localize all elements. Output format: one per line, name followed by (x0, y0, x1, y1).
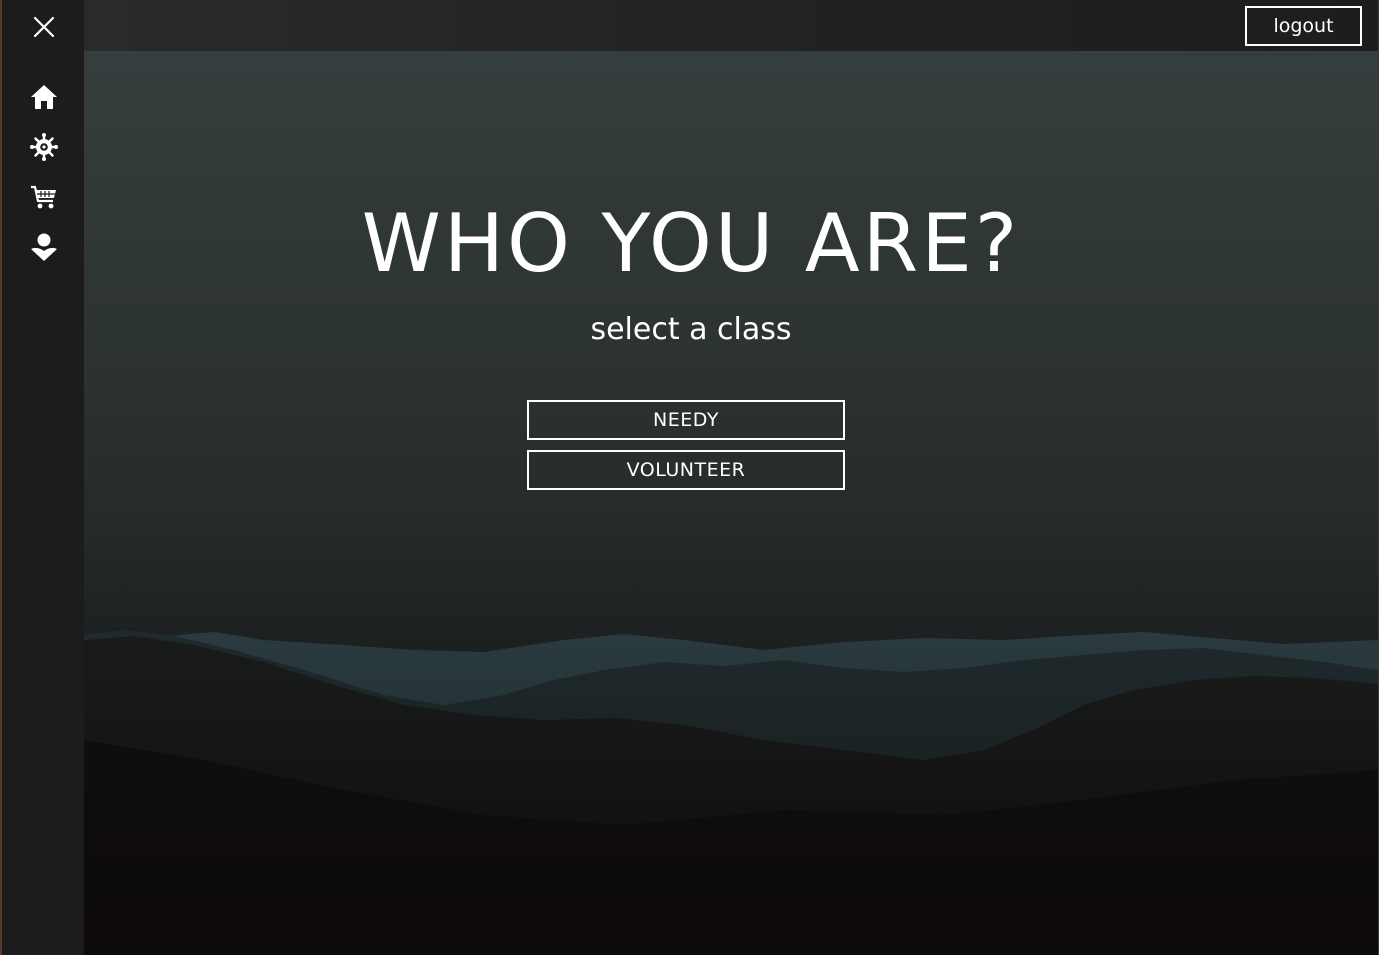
close-menu-button[interactable] (27, 10, 61, 44)
needy-button[interactable]: NEEDY (527, 400, 845, 440)
page-subtitle: select a class (590, 312, 792, 347)
page-title: WHO YOU ARE? (361, 197, 1021, 290)
sidebar-item-shop[interactable] (27, 180, 61, 214)
logout-button[interactable]: logout (1245, 6, 1362, 46)
main-content: logout WHO YOU ARE? select a class NEEDY… (84, 0, 1378, 955)
sidebar (2, 0, 84, 955)
volunteer-button[interactable]: VOLUNTEER (527, 450, 845, 490)
sidebar-item-donate[interactable] (27, 230, 61, 264)
donate-icon (31, 233, 57, 261)
app-window: logout WHO YOU ARE? select a class NEEDY… (0, 0, 1379, 955)
home-icon (31, 85, 57, 109)
sidebar-item-home[interactable] (27, 80, 61, 114)
close-icon (33, 16, 55, 38)
top-bar: logout (84, 0, 1378, 51)
mountain-background (84, 630, 1378, 955)
sidebar-item-covid[interactable] (27, 130, 61, 164)
cart-icon (31, 185, 56, 209)
virus-icon (30, 133, 58, 161)
